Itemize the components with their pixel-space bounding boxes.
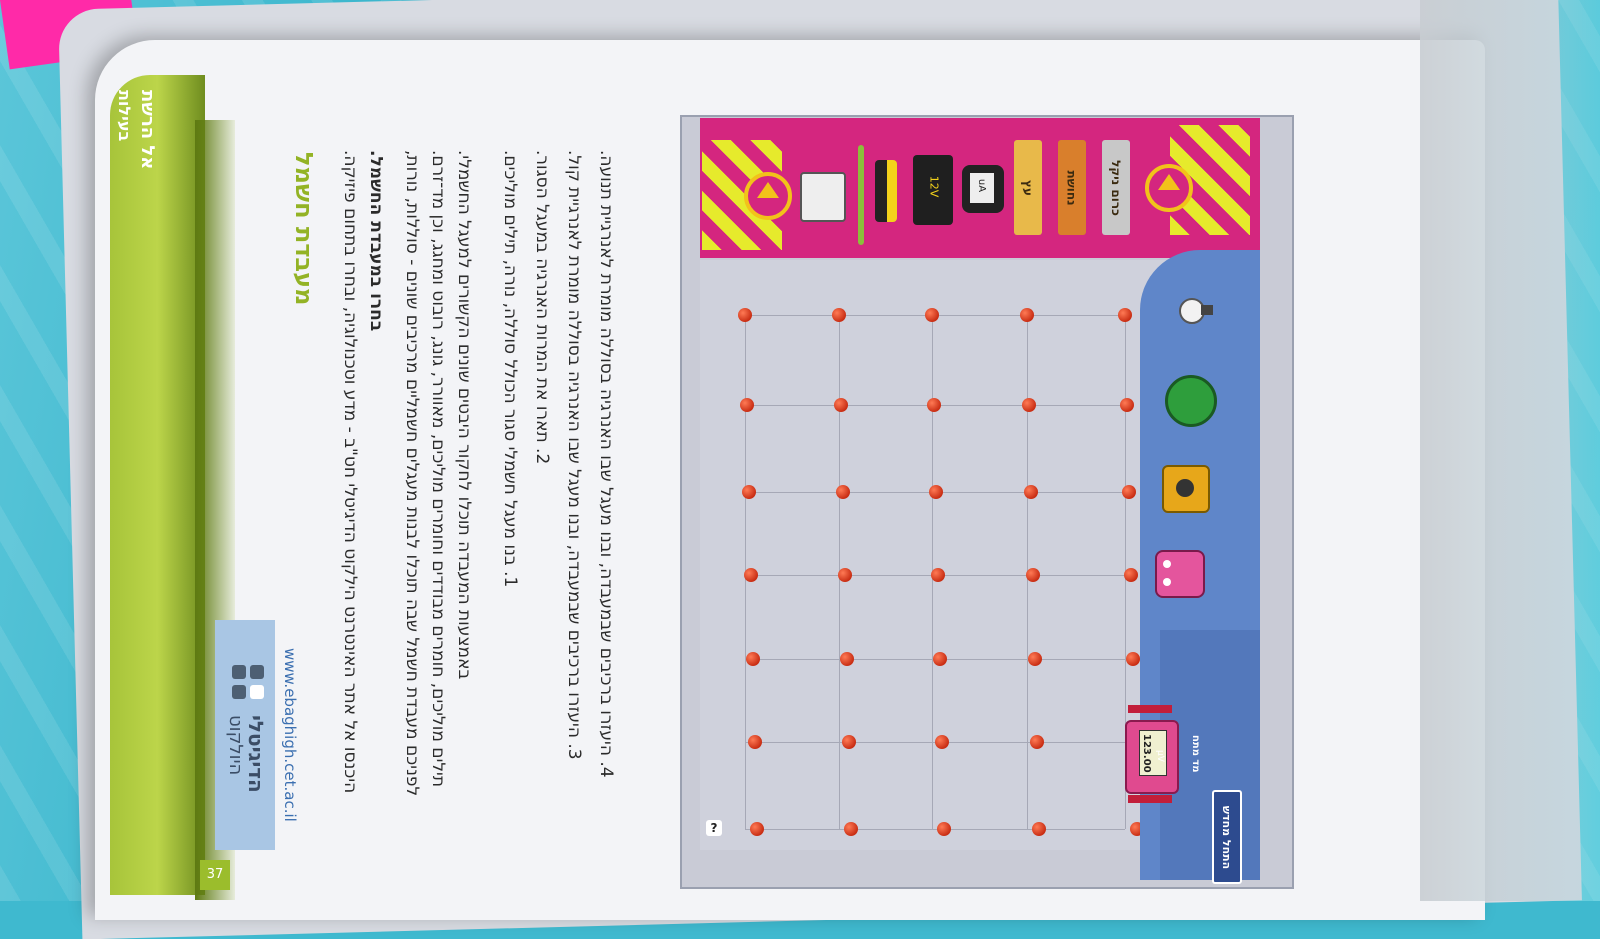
grid-connector-dot[interactable] xyxy=(1024,485,1038,499)
voltmeter-icon[interactable]: 123.00 μV xyxy=(1125,720,1179,794)
logo-name-bottom: הדיגיטלי xyxy=(244,715,268,793)
grid-connector-dot[interactable] xyxy=(836,485,850,499)
grid-connector-dot[interactable] xyxy=(844,822,858,836)
reset-button[interactable]: התחל מחדש xyxy=(1212,790,1242,884)
grid-connector-dot[interactable] xyxy=(1126,652,1140,666)
grid-connector-dot[interactable] xyxy=(748,735,762,749)
page-number: 37 xyxy=(200,860,230,890)
chapter-header-band xyxy=(110,75,205,895)
intro-line-5: באמצעות המעבדה תוכלו לחקור היבטים שונים … xyxy=(454,150,474,680)
bulb-icon[interactable] xyxy=(1175,295,1215,325)
grid-connector-dot[interactable] xyxy=(1030,735,1044,749)
grid-connector-dot[interactable] xyxy=(933,652,947,666)
grid-connector-dot[interactable] xyxy=(740,398,754,412)
header-section-right: אל הרשת xyxy=(137,90,158,170)
task-4: 4. היעזרו ברכיבים שבמעבדה, ובנו מעגל שבו… xyxy=(596,150,616,778)
grid-connector-dot[interactable] xyxy=(1124,568,1138,582)
article-title: מעבדת חשמל xyxy=(290,152,318,306)
grid-connector-dot[interactable] xyxy=(832,308,846,322)
logo-url[interactable]: www.ebaghigh.cet.ac.il xyxy=(281,648,300,822)
grid-connector-dot[interactable] xyxy=(842,735,856,749)
battery-12v-icon[interactable]: 12V xyxy=(913,155,953,225)
grid-connector-dot[interactable] xyxy=(746,652,760,666)
task-2: 2. תארו את המרות האנרגיה במעגל הסגור. xyxy=(532,150,552,465)
battery-small-icon[interactable] xyxy=(875,160,897,222)
grid-connector-dot[interactable] xyxy=(929,485,943,499)
voltmeter-lead-left[interactable] xyxy=(1128,705,1172,713)
grid-row-line xyxy=(745,829,1125,830)
logo-icon xyxy=(232,665,266,705)
intro-line-2: בחרו במעבדת החשמל. xyxy=(366,150,386,332)
ammeter-icon[interactable]: uA xyxy=(962,165,1004,213)
header-section-left: בעילות xyxy=(115,90,134,142)
grid-connector-dot[interactable] xyxy=(744,568,758,582)
intro-line-4: תילים מוליכים, חומרים מבודדים וחומרים מו… xyxy=(428,150,448,788)
grid-connector-dot[interactable] xyxy=(935,735,949,749)
grid-connector-dot[interactable] xyxy=(838,568,852,582)
grid-connector-dot[interactable] xyxy=(834,398,848,412)
voltmeter-lead-right[interactable] xyxy=(1128,795,1172,803)
task-3: 3. היעזרו ברכיבים שבמעבדה, ובנו מעגל שבו… xyxy=(564,150,584,760)
material-wood[interactable]: עץ xyxy=(1014,140,1042,235)
voltmeter-title: מד מתח xyxy=(1190,735,1201,773)
help-button[interactable]: ? xyxy=(706,820,722,836)
grid-connector-dot[interactable] xyxy=(1122,485,1136,499)
robot-icon[interactable] xyxy=(1155,550,1205,598)
grid-connector-dot[interactable] xyxy=(925,308,939,322)
grid-connector-dot[interactable] xyxy=(742,485,756,499)
grid-connector-dot[interactable] xyxy=(750,822,764,836)
grid-connector-dot[interactable] xyxy=(927,398,941,412)
grid-connector-dot[interactable] xyxy=(738,308,752,322)
material-copper[interactable]: נחושת xyxy=(1058,140,1086,235)
fan-icon[interactable] xyxy=(1165,375,1217,427)
scroll-down-arrow-icon[interactable] xyxy=(1145,164,1193,212)
gong-icon[interactable] xyxy=(1162,465,1210,513)
grid-connector-dot[interactable] xyxy=(1118,308,1132,322)
grid-connector-dot[interactable] xyxy=(1032,822,1046,836)
grid-connector-dot[interactable] xyxy=(937,822,951,836)
grid-connector-dot[interactable] xyxy=(840,652,854,666)
intro-line-1: היכנסו אל אתר האינטרנט הילקוט הדיגיטלי ח… xyxy=(340,150,360,794)
logo-name-top: היולקוט xyxy=(225,715,246,776)
material-nichrome[interactable]: כרום ניקל xyxy=(1102,140,1130,235)
grid-connector-dot[interactable] xyxy=(931,568,945,582)
circuit-grid[interactable] xyxy=(700,260,1170,850)
scroll-up-arrow-icon[interactable] xyxy=(744,172,792,220)
conductor-rod-icon[interactable] xyxy=(858,145,864,245)
grid-connector-dot[interactable] xyxy=(1028,652,1042,666)
grid-connector-dot[interactable] xyxy=(1020,308,1034,322)
right-page-edge xyxy=(1420,0,1600,901)
grid-connector-dot[interactable] xyxy=(1026,568,1040,582)
intro-line-3: לפניכם מעבדת חשמל שבה תוכלו לבנות מעגלים… xyxy=(402,150,422,797)
grid-connector-dot[interactable] xyxy=(1120,398,1134,412)
task-1: 1. בנו מעגל חשמלי סגור הכולל סוללה, נורה… xyxy=(500,150,520,588)
wire-tool-icon[interactable] xyxy=(800,172,846,222)
grid-connector-dot[interactable] xyxy=(1022,398,1036,412)
